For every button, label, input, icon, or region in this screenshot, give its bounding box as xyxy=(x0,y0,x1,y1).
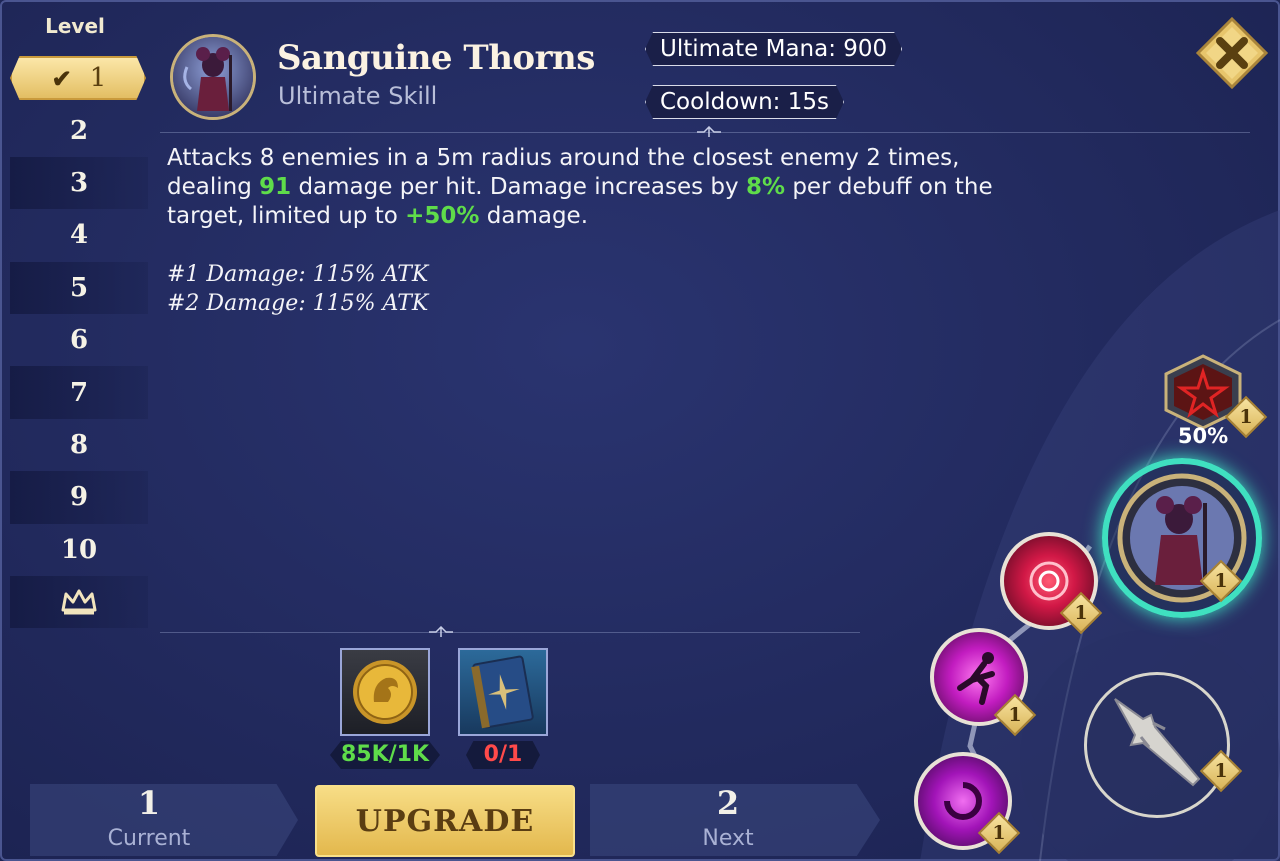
level-item-crown[interactable] xyxy=(10,575,148,629)
level-item-1[interactable]: ✔ 1 xyxy=(10,52,148,104)
level-number: 8 xyxy=(69,429,89,460)
damage-breakdown: #1 Damage: 115% ATK #2 Damage: 115% ATK xyxy=(167,260,428,318)
swirl-icon xyxy=(944,782,982,820)
gold-cost-label: 85K/1K xyxy=(330,741,440,769)
level-number: 7 xyxy=(69,377,89,408)
skill-portrait xyxy=(170,34,256,120)
spear-icon xyxy=(1114,698,1201,787)
level-item-3[interactable]: 3 xyxy=(10,156,148,210)
level-number: 4 xyxy=(69,220,89,251)
cost-divider xyxy=(160,632,860,633)
gold-cost-slot[interactable] xyxy=(340,648,430,736)
skill-type: Ultimate Skill xyxy=(278,82,438,110)
level-number: 6 xyxy=(69,325,89,356)
level-list: ✔ 1 2 3 4 5 6 7 8 9 10 xyxy=(10,52,148,629)
close-button[interactable] xyxy=(1196,17,1268,89)
level-item-10[interactable]: 10 xyxy=(10,524,148,576)
level-number: 1 xyxy=(89,63,107,94)
checkmark-icon: ✔ xyxy=(51,63,72,93)
ultimate-mana-tag: Ultimate Mana: 900 xyxy=(645,32,902,66)
level-item-4[interactable]: 4 xyxy=(10,209,148,261)
divider-ornament-icon xyxy=(429,626,453,637)
current-level-value: 1 xyxy=(137,784,161,822)
gold-coin-icon xyxy=(353,660,417,724)
damage-value: 91 xyxy=(259,174,292,200)
debuff-increase-value: 8% xyxy=(745,174,786,200)
description-line: Attacks 8 enemies in a 5m radius around … xyxy=(167,145,960,171)
level-item-2[interactable]: 2 xyxy=(10,104,148,156)
ultimate-skill-node[interactable] xyxy=(1102,458,1262,618)
level-item-7[interactable]: 7 xyxy=(10,366,148,419)
current-level-label: Current xyxy=(107,826,191,851)
level-number: 3 xyxy=(69,167,89,198)
level-item-6[interactable]: 6 xyxy=(10,314,148,366)
level-item-8[interactable]: 8 xyxy=(10,419,148,471)
dash-figure-icon xyxy=(957,652,995,705)
level-number: 2 xyxy=(69,115,89,146)
level-selected-pill xyxy=(10,56,146,100)
cooldown-tag: Cooldown: 15s xyxy=(645,85,844,119)
level-number: 5 xyxy=(69,272,89,303)
level-number: 9 xyxy=(69,482,89,513)
book-cost-label: 0/1 xyxy=(466,741,540,769)
divider-ornament-icon xyxy=(697,126,721,137)
crown-icon xyxy=(61,589,97,615)
skill-book-icon xyxy=(471,655,534,729)
level-item-5[interactable]: 5 xyxy=(10,261,148,314)
level-title: Level xyxy=(45,14,105,38)
description-line: dealing 91 damage per hit. Damage increa… xyxy=(167,174,993,200)
damage-line-1: #1 Damage: 115% ATK xyxy=(167,262,429,287)
book-cost-slot[interactable] xyxy=(458,648,548,736)
weapon-skill-node[interactable] xyxy=(1084,672,1230,818)
skill-name: Sanguine Thorns xyxy=(277,38,595,78)
next-level-label: Next xyxy=(702,826,754,851)
upgrade-button[interactable]: UPGRADE xyxy=(315,785,575,857)
damage-cap-value: +50% xyxy=(405,203,480,229)
damage-line-2: #2 Damage: 115% ATK xyxy=(167,291,429,316)
vortex-icon xyxy=(1029,561,1069,601)
star-node-percent: 50% xyxy=(1177,424,1229,448)
level-item-9[interactable]: 9 xyxy=(10,471,148,524)
level-number: 10 xyxy=(60,534,98,565)
next-level-value: 2 xyxy=(716,784,740,822)
